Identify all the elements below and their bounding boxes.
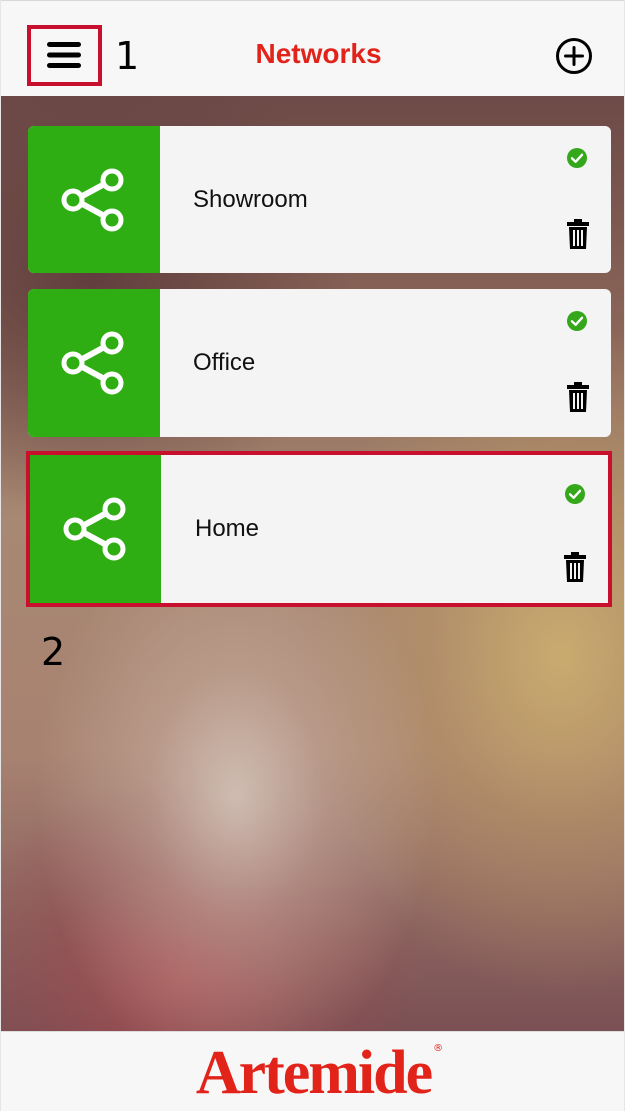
annotation-label-1: 1	[115, 34, 140, 78]
trash-icon[interactable]	[567, 219, 589, 249]
menu-button[interactable]	[27, 25, 101, 85]
share-network-icon	[63, 497, 125, 561]
registered-mark: ®	[433, 1042, 444, 1054]
artemide-logo: Artemide ®	[195, 1038, 443, 1107]
network-card-showroom[interactable]: Showroom	[28, 126, 611, 273]
trash-icon[interactable]	[564, 552, 586, 582]
trash-icon[interactable]	[567, 382, 589, 412]
check-circle-icon	[565, 484, 585, 504]
share-network-icon	[61, 168, 124, 231]
network-tile	[28, 289, 160, 437]
annotation-label-2: 2	[41, 630, 66, 674]
check-circle-icon	[567, 311, 587, 331]
network-tile	[28, 126, 160, 273]
top-bar: 1 Networks	[1, 0, 624, 96]
network-tile	[30, 455, 161, 603]
network-card-home[interactable]: Home	[30, 455, 608, 603]
network-name: Showroom	[193, 185, 308, 213]
network-name: Home	[195, 515, 260, 542]
plus-circle-icon	[556, 38, 592, 74]
page-title: Networks	[255, 38, 382, 69]
brand-name: Artemide	[195, 1038, 433, 1107]
network-name: Office	[193, 349, 256, 376]
hamburger-menu-icon	[47, 42, 81, 68]
check-circle-icon	[567, 148, 587, 168]
network-card-office[interactable]: Office	[28, 289, 611, 437]
add-network-button[interactable]	[555, 37, 593, 75]
footer-bar: Artemide ®	[1, 1031, 624, 1111]
share-network-icon	[61, 331, 124, 395]
app-screen: 1 Networks Showroom Office Home 2 Artemi…	[0, 0, 625, 1111]
